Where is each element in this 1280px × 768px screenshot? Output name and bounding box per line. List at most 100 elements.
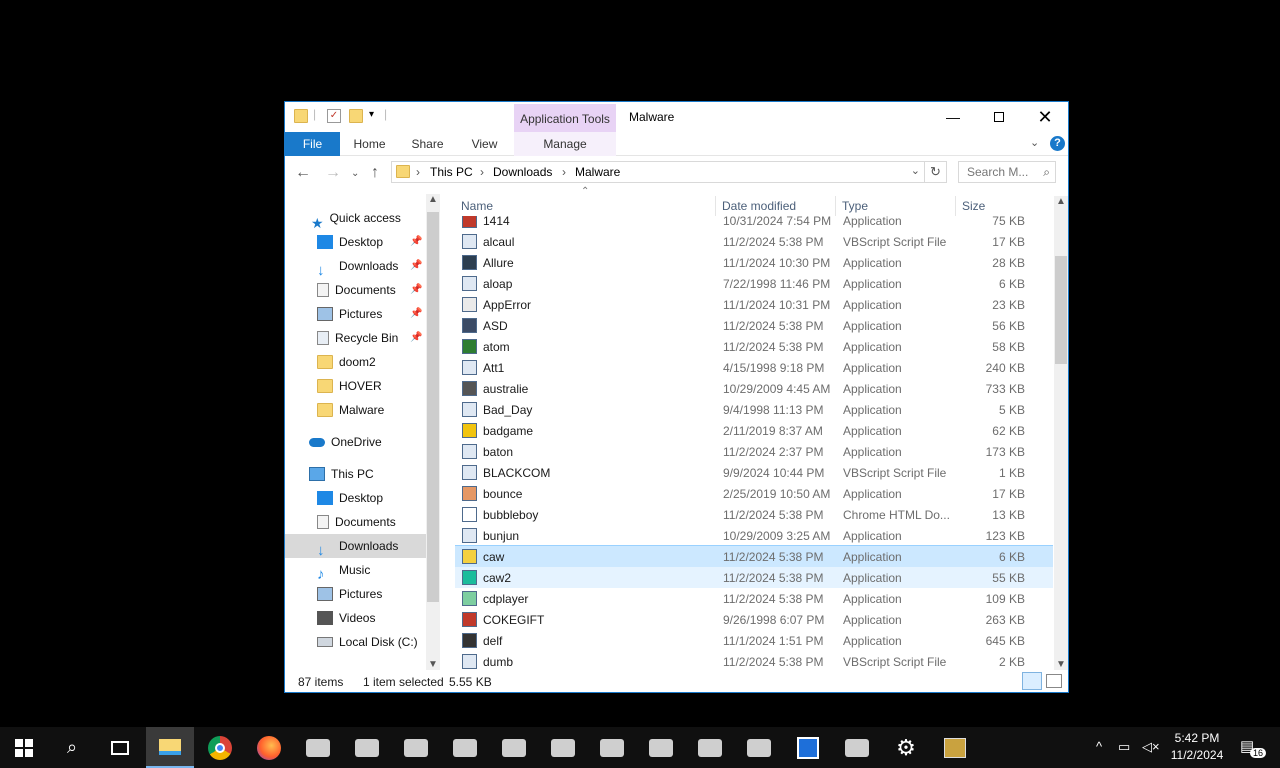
- file-list-scroll-thumb[interactable]: [1055, 256, 1067, 364]
- refresh-button[interactable]: ↻: [925, 161, 947, 183]
- column-type[interactable]: Type: [842, 199, 868, 213]
- app-icon[interactable]: [833, 727, 881, 768]
- nav-item-hover[interactable]: HOVER: [317, 374, 382, 398]
- file-row[interactable]: BLACKCOM 9/9/2024 10:44 PM VBScript Script…: [455, 462, 1053, 483]
- volume-icon[interactable]: ◁×: [1142, 739, 1160, 755]
- ribbon-expand-icon[interactable]: ⌄: [1030, 136, 1039, 149]
- maximize-button[interactable]: [976, 102, 1022, 132]
- file-row[interactable]: COKEGIFT 9/26/1998 6:07 PM Application 263 …: [455, 609, 1053, 630]
- large-icons-view-icon[interactable]: [1046, 674, 1062, 688]
- tab-home[interactable]: Home: [347, 132, 392, 156]
- file-row[interactable]: AppError 11/1/2024 10:31 PM Application 23 …: [455, 294, 1053, 315]
- app-icon[interactable]: [490, 727, 538, 768]
- nav-scrollbar[interactable]: ▲ ▼: [426, 194, 440, 670]
- file-row[interactable]: baton 11/2/2024 2:37 PM Application 173 KB: [455, 441, 1053, 462]
- breadcrumb-this-pc[interactable]: This PC: [430, 165, 473, 179]
- column-divider[interactable]: [835, 196, 836, 216]
- file-row[interactable]: Att1 4/15/1998 9:18 PM Application 240 KB: [455, 357, 1053, 378]
- file-row[interactable]: 1414 10/31/2024 7:54 PM Application 75 KB: [455, 216, 1053, 231]
- file-row[interactable]: atom 11/2/2024 5:38 PM Application 58 KB: [455, 336, 1053, 357]
- file-row[interactable]: ASD 11/2/2024 5:38 PM Application 56 KB: [455, 315, 1053, 336]
- nav-pc-local-disk[interactable]: Local Disk (C:): [317, 630, 418, 654]
- breadcrumb-downloads[interactable]: Downloads: [493, 165, 552, 179]
- file-row[interactable]: bubbleboy 11/2/2024 5:38 PM Chrome HTML Do…: [455, 504, 1053, 525]
- nav-item-doom2[interactable]: doom2: [317, 350, 376, 374]
- address-dropdown-icon[interactable]: ⌄: [911, 164, 920, 177]
- file-row[interactable]: bunjun 10/29/2009 3:25 AM Application 123 K…: [455, 525, 1053, 546]
- back-button[interactable]: ←: [295, 164, 311, 182]
- column-date[interactable]: Date modified: [722, 199, 796, 213]
- scroll-up-icon[interactable]: ▲: [1056, 196, 1066, 207]
- app-icon[interactable]: [392, 727, 440, 768]
- nav-this-pc[interactable]: This PC: [309, 462, 374, 486]
- file-row[interactable]: caw2 11/2/2024 5:38 PM Application 55 KB: [455, 567, 1053, 588]
- firefox-icon[interactable]: [245, 727, 293, 768]
- file-row[interactable]: alcaul 11/2/2024 5:38 PM VBScript Script F…: [455, 231, 1053, 252]
- nav-item-pictures[interactable]: Pictures: [317, 302, 382, 326]
- task-view-icon[interactable]: [96, 727, 144, 768]
- column-size[interactable]: Size: [962, 199, 985, 213]
- file-row[interactable]: aloap 7/22/1998 11:46 PM Application 6 KB: [455, 273, 1053, 294]
- nav-scroll-thumb[interactable]: [427, 212, 439, 602]
- start-button[interactable]: [0, 727, 48, 768]
- chevron-up-icon[interactable]: ^: [1096, 739, 1102, 754]
- help-icon[interactable]: ?: [1050, 136, 1065, 151]
- tab-share[interactable]: Share: [405, 132, 450, 156]
- file-row[interactable]: delf 11/1/2024 1:51 PM Application 645 KB: [455, 630, 1053, 651]
- nav-item-downloads[interactable]: ↓ Downloads: [317, 254, 398, 279]
- close-button[interactable]: ✕: [1022, 102, 1068, 132]
- app-icon[interactable]: [686, 727, 734, 768]
- tab-view[interactable]: View: [462, 132, 507, 156]
- nav-pc-pictures[interactable]: Pictures: [317, 582, 382, 606]
- file-explorer-taskbar-icon[interactable]: [146, 727, 194, 768]
- network-icon[interactable]: ▭: [1118, 739, 1130, 755]
- chrome-icon[interactable]: [196, 727, 244, 768]
- minimize-button[interactable]: —: [930, 102, 976, 132]
- nav-pc-documents[interactable]: Documents: [317, 510, 396, 534]
- properties-icon[interactable]: ✓: [327, 109, 341, 123]
- scroll-down-icon[interactable]: ▼: [428, 659, 438, 670]
- file-row[interactable]: dumb 11/2/2024 5:38 PM VBScript Script Fil…: [455, 651, 1053, 672]
- scroll-down-icon[interactable]: ▼: [1056, 659, 1066, 670]
- search-input[interactable]: Search M... ⌕: [958, 161, 1056, 183]
- column-divider[interactable]: [955, 196, 956, 216]
- scroll-up-icon[interactable]: ▲: [428, 194, 438, 205]
- file-row[interactable]: australie 10/29/2009 4:45 AM Application 73…: [455, 378, 1053, 399]
- nav-item-desktop[interactable]: Desktop: [317, 230, 383, 254]
- recent-locations-icon[interactable]: ⌄: [351, 168, 359, 179]
- file-row[interactable]: caw 11/2/2024 5:38 PM Application 6 KB: [455, 545, 1053, 568]
- column-name[interactable]: Name: [461, 199, 493, 213]
- nav-quick-access[interactable]: ★ Quick access: [311, 206, 401, 231]
- file-row[interactable]: Allure 11/1/2024 10:30 PM Application 28 KB: [455, 252, 1053, 273]
- search-taskbar-icon[interactable]: ⌕: [48, 727, 96, 768]
- clock[interactable]: 5:42 PM 11/2/2024: [1168, 730, 1226, 764]
- app-icon[interactable]: [343, 727, 391, 768]
- file-row[interactable]: Bad_Day 9/4/1998 11:13 PM Application 5 KB: [455, 399, 1053, 420]
- new-folder-icon[interactable]: [349, 109, 363, 123]
- app-icon[interactable]: [735, 727, 783, 768]
- app-icon[interactable]: [637, 727, 685, 768]
- app-icon[interactable]: [588, 727, 636, 768]
- nav-onedrive[interactable]: OneDrive: [309, 430, 382, 454]
- tab-file[interactable]: File: [285, 132, 340, 156]
- nav-pc-downloads[interactable]: ↓ Downloads: [285, 534, 426, 559]
- forward-button[interactable]: →: [325, 164, 341, 182]
- address-bar[interactable]: › This PC › Downloads › Malware ⌄: [391, 161, 925, 183]
- up-button[interactable]: ↑: [371, 164, 379, 182]
- nav-item-recycle-bin[interactable]: Recycle Bin: [317, 326, 398, 350]
- file-list-scrollbar[interactable]: ▲ ▼: [1054, 196, 1068, 670]
- breadcrumb-malware[interactable]: Malware: [575, 165, 620, 179]
- column-divider[interactable]: [715, 196, 716, 216]
- file-row[interactable]: bounce 2/25/2019 10:50 AM Application 17 KB: [455, 483, 1053, 504]
- nav-pc-desktop[interactable]: Desktop: [317, 486, 383, 510]
- nav-pc-videos[interactable]: Videos: [317, 606, 375, 630]
- settings-gear-icon[interactable]: ⚙: [882, 727, 930, 768]
- nav-item-malware[interactable]: Malware: [317, 398, 384, 422]
- title-bar[interactable]: | ✓ ▾ | Application Tools Malware — ✕: [285, 102, 1068, 132]
- details-view-icon[interactable]: [1022, 672, 1042, 690]
- qat-dropdown-icon[interactable]: ▾: [369, 109, 374, 120]
- shield-icon[interactable]: [784, 727, 832, 768]
- tab-manage[interactable]: Manage: [514, 132, 616, 156]
- app-icon[interactable]: [294, 727, 342, 768]
- nav-item-documents[interactable]: Documents: [317, 278, 396, 302]
